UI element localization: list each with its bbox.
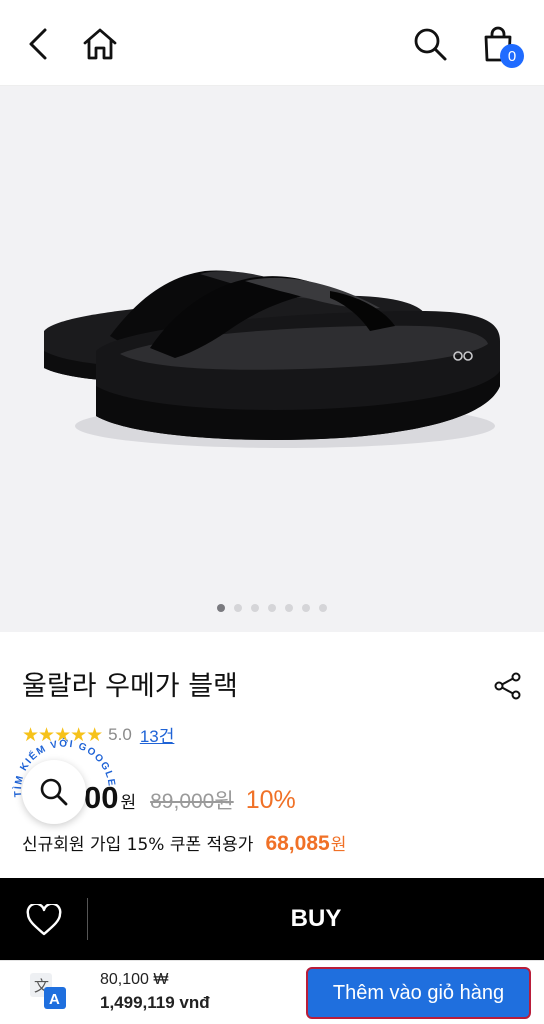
price-unit: 원 — [120, 793, 137, 813]
coupon-price-unit: 원 — [330, 835, 347, 855]
google-lens-search-widget[interactable]: TÌM KIẾM VỚI GOOGLE — [11, 737, 120, 846]
search-icon[interactable] — [408, 22, 452, 66]
back-icon[interactable] — [16, 22, 60, 66]
add-to-cart-button[interactable]: Thêm vào giỏ hàng — [306, 967, 531, 1019]
translate-icon[interactable]: 文 A — [28, 971, 68, 1011]
price-vnd: 1,499,119 vnđ — [100, 993, 210, 1012]
lens-search-button[interactable] — [22, 760, 86, 824]
gallery-dot[interactable] — [234, 604, 242, 612]
gallery-dot[interactable] — [302, 604, 310, 612]
gallery-dot[interactable] — [217, 604, 225, 612]
gallery-pagination — [0, 604, 544, 612]
coupon-price: 68,085 — [265, 832, 330, 855]
search-icon — [40, 778, 68, 806]
original-price: 89,000원 — [150, 790, 234, 813]
home-icon[interactable] — [78, 22, 122, 66]
converted-prices: 80,100 ₩ 1,499,119 vnđ — [100, 971, 210, 1013]
gallery-dot[interactable] — [251, 604, 259, 612]
buy-button[interactable]: BUY — [88, 878, 544, 960]
discount-rate: 10% — [245, 786, 296, 814]
gallery-dot[interactable] — [268, 604, 276, 612]
purchase-bar: BUY — [0, 878, 544, 960]
product-sandal-image — [44, 270, 500, 448]
translation-cart-bar: 文 A 80,100 ₩ 1,499,119 vnđ Thêm vào giỏ … — [0, 960, 544, 1024]
share-icon[interactable] — [490, 668, 526, 704]
product-title: 울랄라 우메가 블랙 — [22, 671, 238, 702]
price-krw: 80,100 ₩ — [100, 971, 169, 988]
cart-button[interactable]: 0 — [476, 22, 524, 68]
top-app-bar: 0 — [0, 0, 544, 86]
gallery-dot[interactable] — [319, 604, 327, 612]
review-count-link[interactable]: 13건 — [140, 722, 175, 747]
wishlist-heart-icon[interactable] — [22, 898, 66, 942]
svg-text:A: A — [49, 991, 60, 1008]
cart-count-badge: 0 — [500, 44, 524, 68]
product-image-gallery[interactable] — [0, 86, 544, 632]
gallery-dot[interactable] — [285, 604, 293, 612]
